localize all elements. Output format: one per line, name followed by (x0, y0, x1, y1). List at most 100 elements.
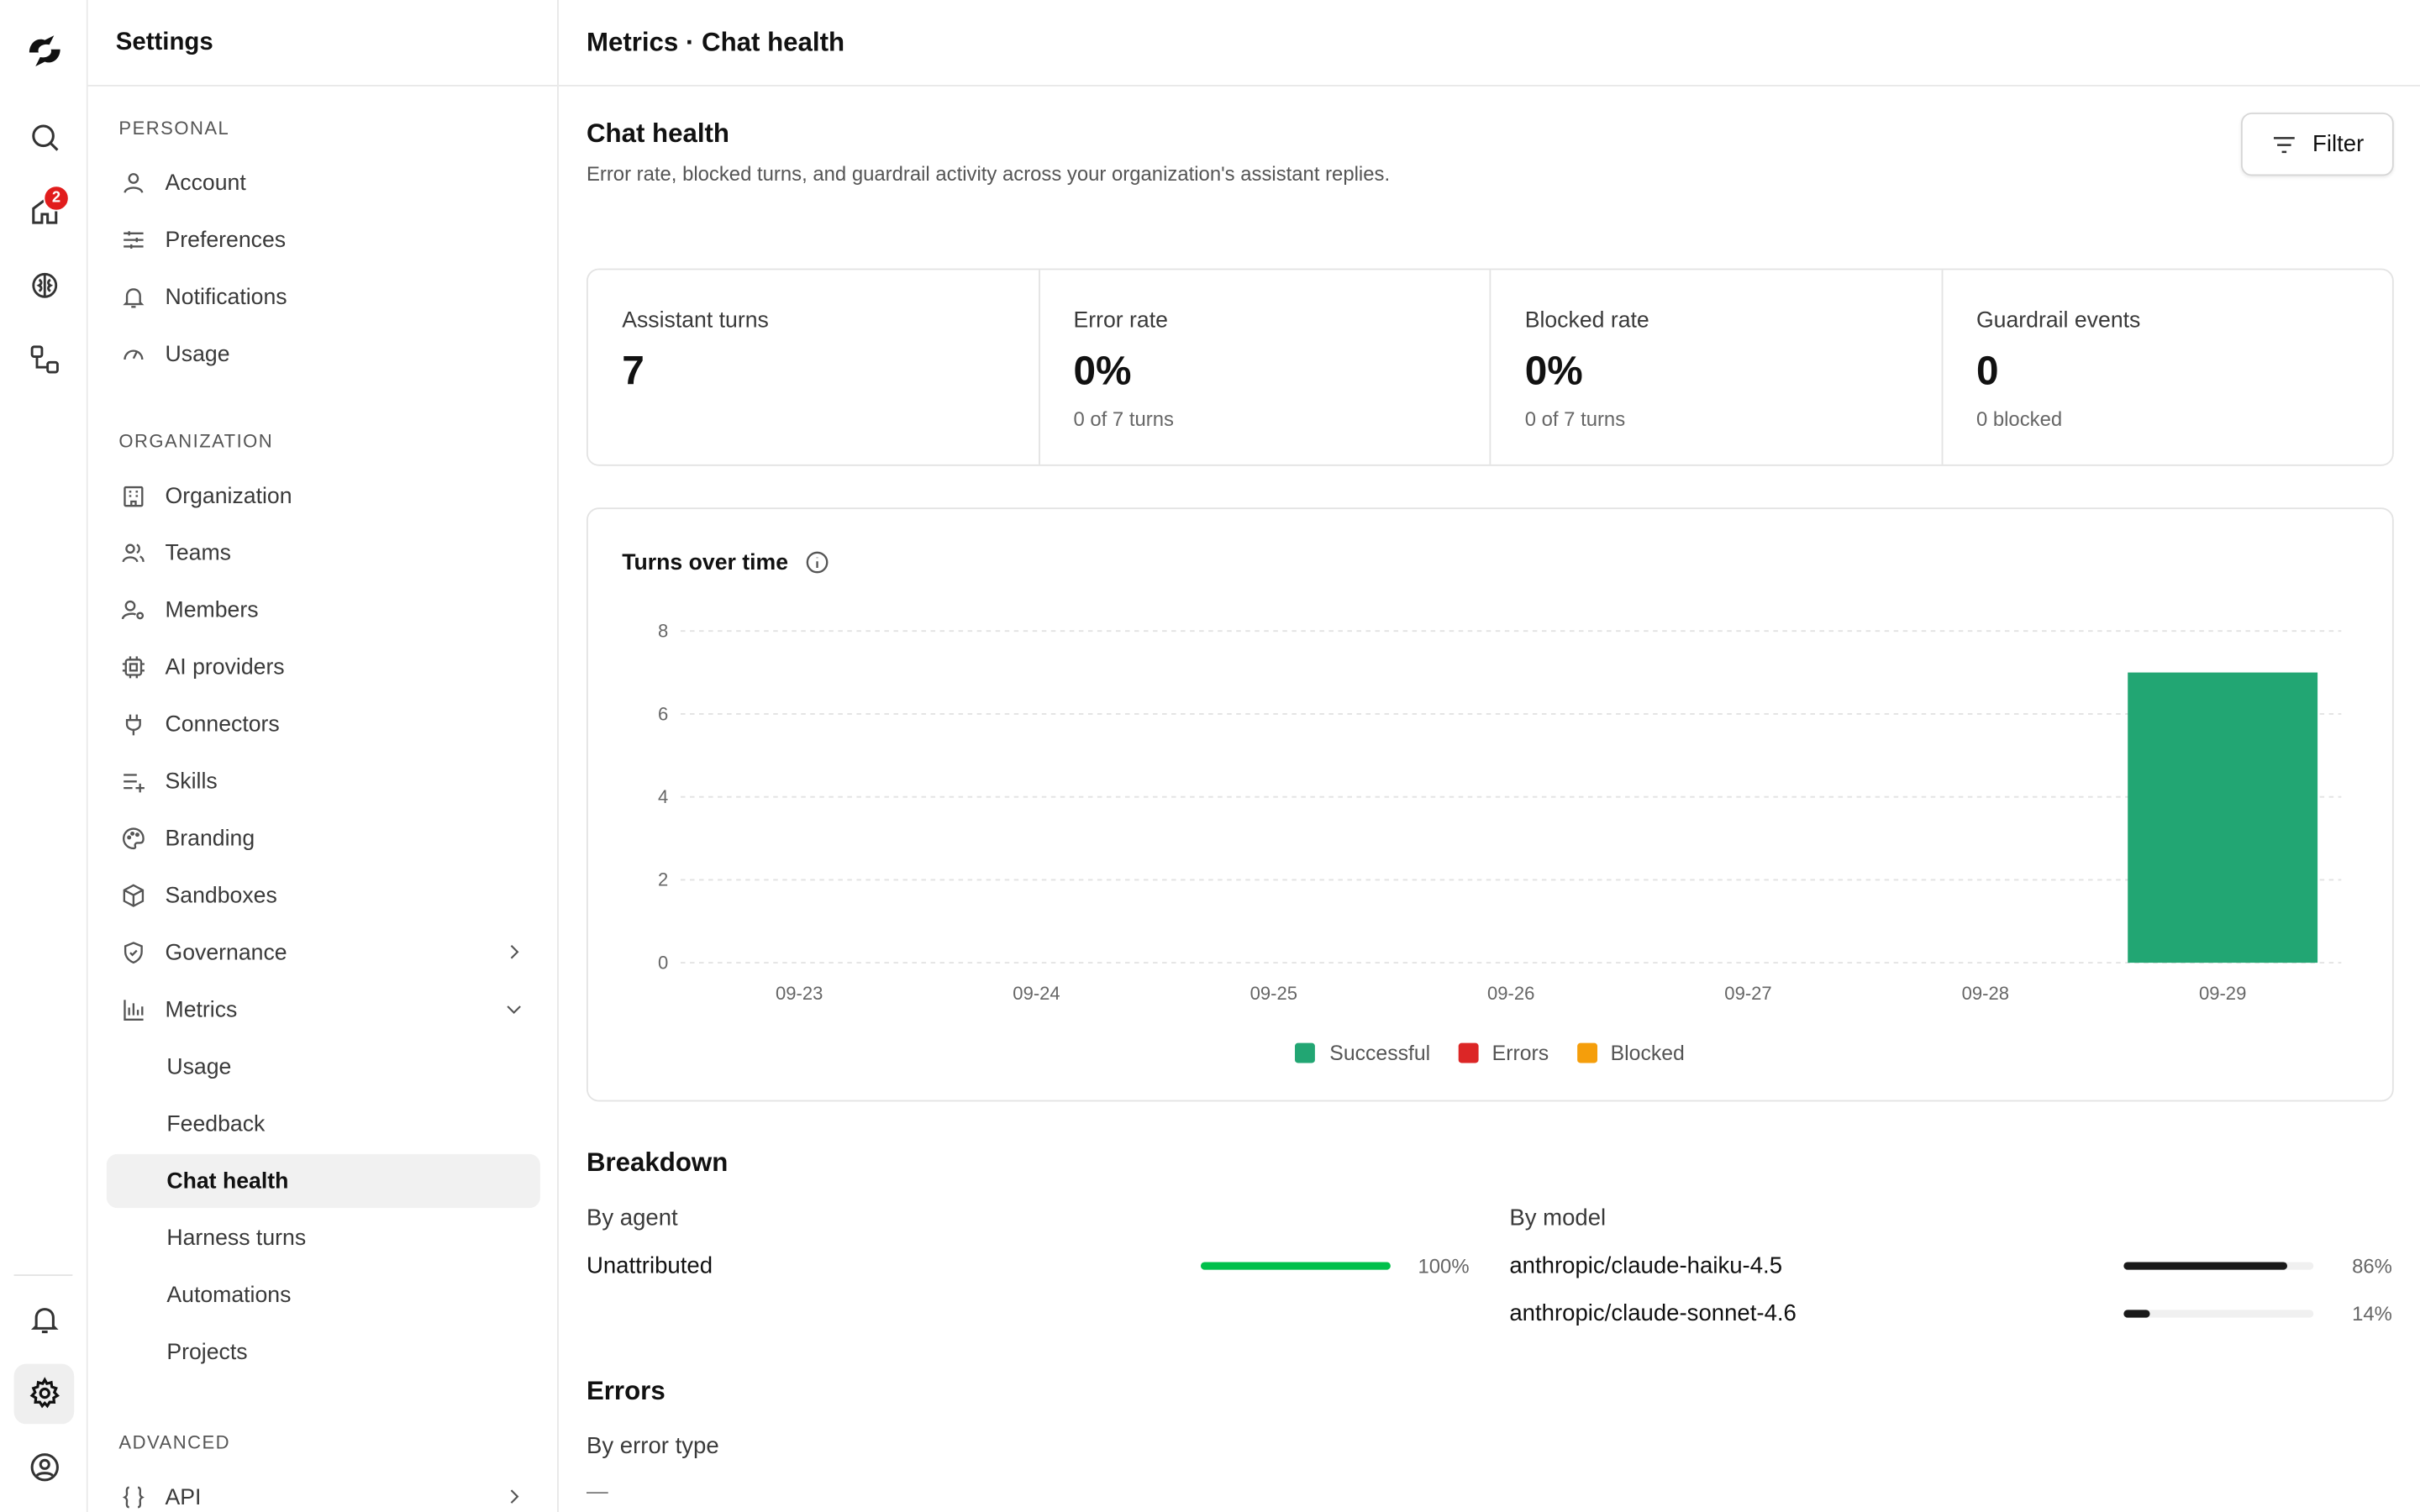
sliders-icon (118, 226, 146, 254)
agent-row-bar-fill (1200, 1262, 1391, 1270)
y-tick-label: 2 (658, 869, 668, 890)
legend-swatch (1576, 1042, 1597, 1063)
x-tick-label: 09-27 (1724, 983, 1771, 1004)
workflow-icon[interactable] (24, 339, 65, 380)
x-tick-label: 09-29 (2199, 983, 2246, 1004)
sidebar-item-label: Preferences (165, 227, 287, 253)
model-row-bar-fill (2123, 1262, 2287, 1270)
x-tick-label: 09-26 (1487, 983, 1534, 1004)
stat-value: 0% (1524, 347, 1583, 394)
cpu-icon (118, 654, 146, 681)
y-tick-label: 0 (658, 952, 668, 973)
app-logo-icon[interactable] (24, 31, 65, 71)
sidebar-item-connectors[interactable]: Connectors (107, 697, 540, 751)
sidebar-item-notifications[interactable]: Notifications (107, 270, 540, 323)
turns-chart-card: 0 2 4 6 8 09-23 09-24 09-25 09-26 09-27 09-28 09-29… (586, 507, 2394, 1102)
sidebar-subitem-automations[interactable]: Automations (107, 1268, 540, 1322)
sidebar-item-label: Skills (165, 769, 218, 795)
palette-icon (118, 825, 146, 853)
page-title: Chat health (586, 118, 729, 149)
filter-icon (2274, 136, 2296, 153)
sidebar-item-api[interactable]: API (107, 1470, 540, 1512)
sidebar-item-label: Automations (166, 1283, 292, 1308)
chart-title-text: Turns over time (622, 549, 789, 575)
legend-label: Errors (1491, 1041, 1549, 1065)
legend-item[interactable]: Blocked (1576, 1041, 1685, 1065)
sidebar-item-preferences[interactable]: Preferences (107, 213, 540, 266)
bell-icon[interactable] (24, 1299, 65, 1340)
legend-label: Successful (1329, 1041, 1431, 1065)
model-row-bar (2123, 1310, 2314, 1318)
app-rail: 2 (0, 0, 88, 1512)
box-icon (118, 882, 146, 910)
sidebar-item-account[interactable]: Account (107, 156, 540, 210)
user-cog-icon (118, 596, 146, 624)
main-content: Metrics · Chat health Chat health Error … (558, 0, 2420, 1512)
sidebar-subitem-feedback[interactable]: Feedback (107, 1097, 540, 1151)
sidebar-item-label: Projects (166, 1340, 248, 1365)
gear-icon[interactable] (24, 1373, 65, 1414)
legend-label: Blocked (1610, 1041, 1685, 1065)
y-tick-label: 6 (658, 703, 668, 724)
sidebar-item-teams[interactable]: Teams (107, 526, 540, 580)
sidebar-item-label: Chat health (166, 1168, 289, 1194)
sidebar-item-ai-providers[interactable]: AI providers (107, 640, 540, 694)
chart-legend: Successful Errors Blocked (588, 1041, 2392, 1065)
sidebar-item-label: Connectors (165, 711, 280, 738)
legend-item[interactable]: Errors (1458, 1041, 1549, 1065)
filter-button[interactable]: Filter (2240, 113, 2394, 176)
section-label-organization: ORGANIZATION (118, 430, 274, 453)
sidebar-item-branding[interactable]: Branding (107, 811, 540, 865)
chevron-down-icon (507, 1005, 521, 1015)
sidebar-subitem-projects[interactable]: Projects (107, 1326, 540, 1379)
stat-label: Guardrail events (1975, 308, 2141, 333)
section-label-personal: PERSONAL (118, 117, 230, 139)
sidebar-item-label: Notifications (165, 284, 287, 310)
sidebar-subitem-harness-turns[interactable]: Harness turns (107, 1211, 540, 1265)
sidebar-item-label: Usage (165, 341, 230, 367)
sidebar-item-label: Organization (165, 483, 292, 509)
sidebar-item-label: Usage (166, 1054, 232, 1079)
sidebar-item-skills[interactable]: Skills (107, 754, 540, 808)
model-row-label: anthropic/claude-haiku-4.5 (1509, 1252, 1783, 1279)
model-row-label: anthropic/claude-sonnet-4.6 (1509, 1300, 1797, 1327)
model-row-pct: 14% (2352, 1302, 2392, 1326)
users-icon (118, 539, 146, 567)
sidebar-item-members[interactable]: Members (107, 583, 540, 637)
sidebar-item-label: Feedback (166, 1111, 266, 1137)
stat-guardrail-events: Guardrail events 0 0 blocked (1943, 270, 2392, 464)
chevron-right-icon (510, 1489, 519, 1504)
sidebar-title: Settings (87, 0, 558, 87)
sidebar-item-organization[interactable]: Organization (107, 469, 540, 522)
stat-label: Assistant turns (622, 308, 769, 333)
model-row-bar-fill (2123, 1310, 2150, 1318)
sidebar-item-governance[interactable]: Governance (107, 926, 540, 979)
filter-label: Filter (2312, 131, 2365, 158)
search-icon[interactable] (24, 118, 65, 158)
brain-icon[interactable] (24, 265, 65, 306)
stat-error-rate: Error rate 0% 0 of 7 turns (1039, 270, 1491, 465)
x-tick-label: 09-28 (1962, 983, 2009, 1004)
settings-sidebar: Settings PERSONAL Account Preferences No… (87, 0, 559, 1512)
errors-empty: — (586, 1478, 608, 1503)
sidebar-item-sandboxes[interactable]: Sandboxes (107, 869, 540, 922)
stat-sub: 0 of 7 turns (1073, 407, 1174, 431)
info-icon[interactable] (803, 549, 829, 575)
bell-icon (118, 283, 146, 311)
sidebar-item-label: Harness turns (166, 1226, 307, 1251)
sidebar-item-usage[interactable]: Usage (107, 327, 540, 381)
notification-badge: 2 (43, 185, 70, 212)
sidebar-item-metrics[interactable]: Metrics (107, 983, 540, 1037)
stat-label: Error rate (1073, 308, 1168, 333)
sidebar-subitem-usage[interactable]: Usage (107, 1040, 540, 1094)
y-tick-label: 8 (658, 621, 668, 642)
sidebar-item-label: Branding (165, 826, 255, 851)
by-agent-title: By agent (586, 1205, 678, 1231)
legend-item[interactable]: Successful (1295, 1041, 1431, 1065)
profile-icon[interactable] (24, 1447, 65, 1488)
shield-icon (118, 939, 146, 967)
plug-icon (118, 711, 146, 738)
sidebar-subitem-chat-health[interactable]: Chat health (106, 1153, 540, 1209)
gauge-icon (118, 340, 146, 368)
user-icon (118, 169, 146, 197)
